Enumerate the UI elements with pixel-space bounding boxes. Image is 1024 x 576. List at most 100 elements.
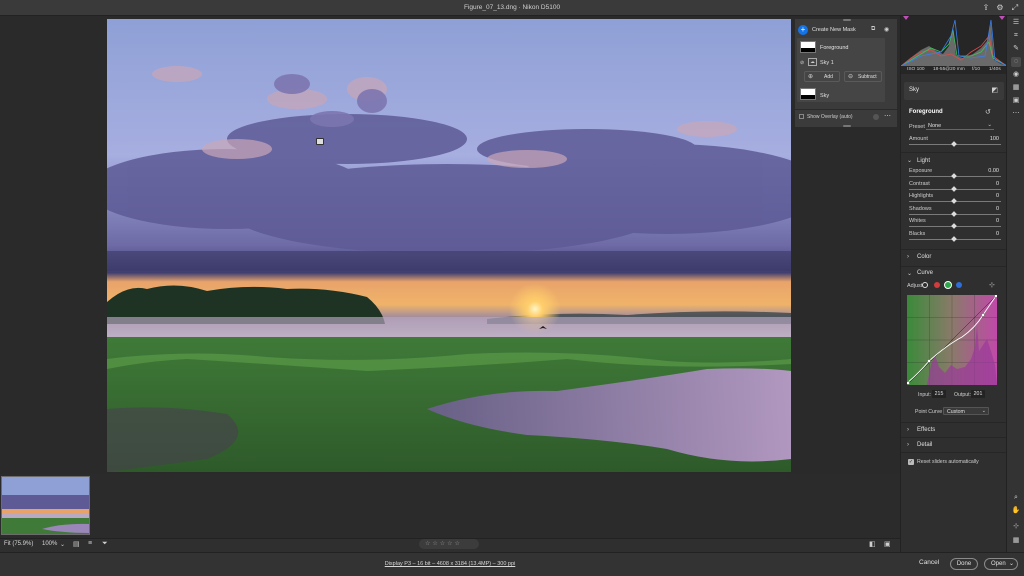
slider-knob[interactable] — [951, 141, 957, 147]
sort-icon[interactable]: ≡ — [88, 540, 92, 547]
curve-section-title[interactable]: Curve — [917, 270, 933, 276]
hand-icon[interactable]: ✋ — [1011, 506, 1021, 516]
mask-name-sky[interactable]: Sky — [820, 93, 829, 99]
shadow-clipping-indicator[interactable] — [903, 16, 909, 20]
effects-section-title[interactable]: Effects — [917, 427, 935, 433]
invert-icon[interactable]: ⊘ — [800, 60, 804, 66]
chevron-right-icon[interactable]: › — [907, 427, 909, 433]
create-new-mask-label[interactable]: Create New Mask — [812, 27, 856, 33]
expand-icon[interactable]: ⤢ — [1010, 3, 1020, 13]
slider-knob[interactable] — [951, 210, 957, 217]
crop-icon[interactable]: ⌗ — [1011, 31, 1021, 41]
curve-output-field[interactable]: 201 — [971, 390, 985, 398]
open-button[interactable]: Open ⌄ — [984, 558, 1018, 570]
zoom-fit-option[interactable]: Fit (75.9%) — [4, 541, 33, 547]
zoom-dropdown-icon[interactable]: ⌄ — [60, 541, 65, 548]
open-options-icon[interactable]: ⌄ — [1009, 559, 1014, 570]
rating-stars[interactable]: ☆☆☆☆☆ — [425, 540, 462, 547]
curve-input-field[interactable]: 215 — [932, 390, 946, 398]
grid-icon[interactable]: ▦ — [1011, 536, 1021, 546]
preset-dropdown[interactable]: None ⌄ — [926, 122, 994, 130]
subtract-mask-button[interactable]: ⊖ Subtract — [844, 71, 882, 82]
curve-channel-green[interactable] — [944, 281, 952, 289]
filmstrip-view-icon[interactable]: ▤ — [73, 540, 80, 548]
chevron-right-icon[interactable]: › — [907, 442, 909, 448]
zoom-icon[interactable]: ⌕ — [1011, 493, 1021, 503]
amount-value[interactable]: 100 — [990, 136, 999, 142]
slider-knob[interactable] — [951, 235, 957, 242]
chevron-down-icon[interactable]: ⌄ — [907, 157, 912, 164]
color-section-title[interactable]: Color — [917, 254, 931, 260]
curve-channel-blue[interactable] — [956, 282, 962, 288]
slider-knob[interactable] — [951, 185, 957, 192]
slider-value[interactable]: 0 — [996, 231, 999, 237]
visibility-eye-icon[interactable]: ◉ — [884, 26, 889, 33]
star-rating[interactable]: ☆☆☆☆☆ — [419, 539, 479, 549]
mask-options-icon[interactable]: ⧉ — [871, 26, 875, 33]
more-options-icon[interactable]: ⋯ — [884, 112, 891, 120]
curve-channel-red[interactable] — [934, 282, 940, 288]
create-mask-icon[interactable]: + — [798, 25, 808, 35]
zoom-100-option[interactable]: 100% — [42, 541, 57, 547]
share-icon[interactable]: ⇪ — [981, 3, 991, 13]
done-button[interactable]: Done — [950, 558, 978, 570]
chevron-down-icon[interactable]: ⌄ — [907, 270, 912, 277]
cancel-button[interactable]: Cancel — [919, 559, 939, 566]
before-after-icon[interactable]: ◧ — [869, 540, 876, 548]
light-section-title[interactable]: Light — [917, 158, 930, 164]
sky-mask-thumbnail[interactable] — [800, 88, 816, 100]
slider-blacks[interactable]: Blacks 0 — [909, 231, 1003, 243]
slider-value[interactable]: 0.00 — [988, 168, 999, 174]
selected-mask-header[interactable]: Sky ◩ — [904, 82, 1004, 100]
add-mask-button[interactable]: ⊕ Add — [804, 71, 840, 82]
mask-thumbnail-icon[interactable]: ◩ — [991, 86, 998, 94]
amount-slider[interactable]: Amount 100 — [909, 136, 1003, 148]
reset-sliders-checkbox[interactable]: ✓ — [908, 459, 914, 465]
slider-label: Exposure — [909, 168, 933, 174]
slider-knob[interactable] — [951, 173, 957, 179]
slider-contrast[interactable]: Contrast 0 — [909, 181, 1003, 193]
overlay-color-swatch[interactable] — [873, 114, 879, 120]
filter-icon[interactable]: ⏷ — [102, 540, 108, 548]
panel-grip-bottom[interactable] — [843, 125, 851, 127]
aperture-value: f/10 — [972, 67, 981, 72]
reset-mask-icon[interactable]: ↺ — [985, 108, 991, 116]
gear-icon[interactable]: ⚙ — [995, 3, 1005, 13]
edit-sliders-icon[interactable]: ☰ — [1011, 18, 1021, 28]
panel-grip[interactable] — [843, 19, 851, 21]
presets-icon[interactable]: ▦ — [1011, 83, 1021, 93]
mask-pin[interactable] — [316, 138, 324, 145]
show-overlay-checkbox[interactable] — [799, 114, 804, 119]
photo-preview[interactable] — [107, 19, 791, 472]
add-icon: ⊕ — [808, 74, 814, 80]
slider-whites[interactable]: Whites 0 — [909, 218, 1003, 230]
filmstrip-thumbnail[interactable] — [1, 476, 90, 535]
slider-value[interactable]: 0 — [996, 193, 999, 199]
more-icon[interactable]: ⋯ — [1011, 109, 1021, 119]
sampler-icon[interactable]: ⊹ — [1011, 522, 1021, 532]
slider-value[interactable]: 0 — [996, 206, 999, 212]
tone-curve-graph[interactable] — [906, 294, 998, 386]
slider-label: Whites — [909, 218, 926, 224]
highlight-clipping-indicator[interactable] — [999, 16, 1005, 20]
slider-highlights[interactable]: Highlights 0 — [909, 193, 1003, 205]
masking-icon[interactable]: ◌ — [1011, 57, 1021, 67]
slider-exposure[interactable]: Exposure 0.00 — [909, 168, 1003, 180]
detail-section-title[interactable]: Detail — [917, 442, 932, 448]
slider-shadows[interactable]: Shadows 0 — [909, 206, 1003, 218]
chevron-right-icon[interactable]: › — [907, 254, 909, 260]
compare-view-icon[interactable]: ▣ — [884, 540, 891, 548]
divider — [901, 266, 1007, 267]
snapshots-icon[interactable]: ▣ — [1011, 96, 1021, 106]
slider-knob[interactable] — [951, 223, 957, 229]
slider-knob[interactable] — [951, 198, 957, 204]
component-name-sky1[interactable]: Sky 1 — [820, 60, 834, 66]
curve-channel-rgb[interactable] — [922, 282, 928, 288]
slider-value[interactable]: 0 — [996, 218, 999, 224]
healing-icon[interactable]: ✎ — [1011, 44, 1021, 54]
slider-value[interactable]: 0 — [996, 181, 999, 187]
red-eye-icon[interactable]: ◉ — [1011, 70, 1021, 80]
workflow-options-link[interactable]: Display P3 – 16 bit – 4608 x 3184 (13.4M… — [0, 561, 900, 567]
targeted-adjustment-icon[interactable]: ⊹ — [989, 281, 995, 289]
point-curve-dropdown[interactable]: Custom ⌄ — [943, 407, 989, 415]
